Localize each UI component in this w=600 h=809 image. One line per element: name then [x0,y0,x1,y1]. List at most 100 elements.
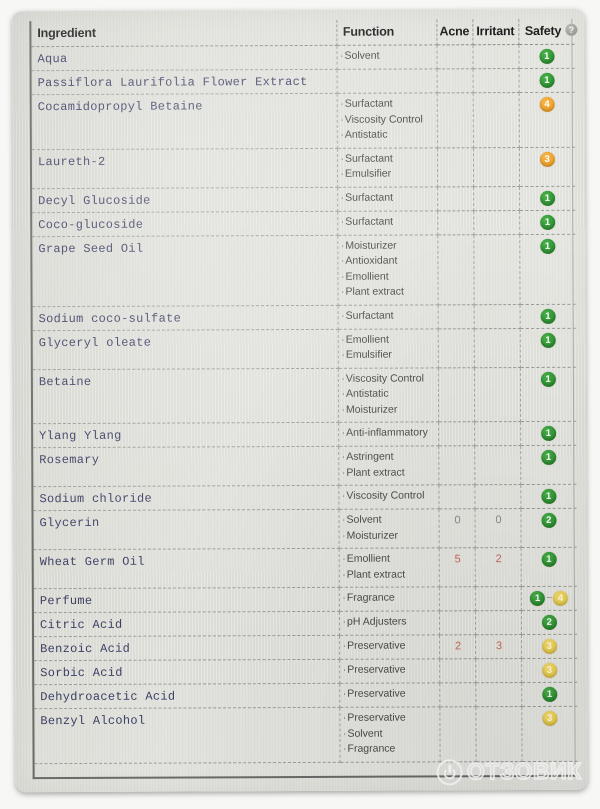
table-row[interactable]: Benzoic AcidPreservative233 [34,634,578,661]
function-tag[interactable]: Surfactant [341,190,433,206]
function-tag[interactable]: Preservative [343,638,435,654]
table-row[interactable]: Coco-glucosideSurfactant 1 [32,209,576,237]
table-row[interactable]: Glyceryl oleateEmollientEmulsifier 1 [32,327,576,370]
function-tag[interactable]: Surfactant [340,151,432,167]
function-tag[interactable]: pH Adjusters [342,614,434,630]
help-icon[interactable]: ? [565,23,578,36]
function-tag[interactable]: Antistatic [340,127,432,143]
safety-badge[interactable]: 3 [541,638,557,654]
safety-badge[interactable]: 1 [539,72,555,88]
cell-ingredient[interactable]: Sodium coco-sulfate [32,304,338,331]
cell-ingredient[interactable]: Rosemary [33,446,339,487]
function-tag[interactable]: Plant extract [341,284,433,300]
table-row[interactable]: GlycerinSolventMoisturizer002 [33,508,577,550]
cell-ingredient[interactable]: Wheat Germ Oil [33,548,339,589]
safety-badge[interactable]: 1 [540,308,556,324]
safety-badge[interactable]: 1 [540,425,556,441]
cell-ingredient[interactable]: Perfume [33,587,339,613]
safety-badge[interactable]: 1 [542,686,558,702]
function-tag[interactable]: Emollient [341,269,433,285]
cell-ingredient[interactable]: Cocamidopropyl Betaine [31,93,337,150]
function-tag[interactable]: Antistatic [341,386,433,402]
cell-ingredient[interactable]: Benzoic Acid [34,635,340,661]
table-row[interactable]: Decyl GlucosideSurfactant 1 [32,185,576,213]
table-row[interactable]: Sodium coco-sulfateSurfactant 1 [32,303,576,331]
safety-badge[interactable]: 3 [539,151,555,167]
function-tag[interactable]: Viscosity Control [342,488,434,504]
function-tag[interactable]: Antioxidant [341,253,433,269]
safety-badge[interactable]: 1 [539,214,556,230]
table-row[interactable]: Cocamidopropyl BetaineSurfactantViscosit… [31,92,575,150]
safety-badge[interactable]: 2 [541,614,557,630]
cell-ingredient[interactable]: Betaine [32,367,339,424]
safety-badge[interactable]: 1 [540,238,556,254]
function-tag[interactable]: Plant extract [342,567,434,583]
safety-badge[interactable]: 3 [541,662,557,678]
safety-badge[interactable]: 1 [540,449,557,465]
function-tag[interactable]: Moisturizer [342,402,434,418]
cell-ingredient[interactable]: Laureth-2 [31,147,338,189]
cell-ingredient[interactable]: Passiflora Laurifolia Flower Extract [31,69,337,95]
table-row[interactable]: Grape Seed OilMoisturizerAntioxidantEmol… [32,233,576,307]
cell-ingredient[interactable]: Aqua [31,45,337,71]
cell-ingredient[interactable]: Grape Seed Oil [32,234,338,307]
safety-badge[interactable]: 4 [539,96,555,112]
safety-badge[interactable]: 1 [540,371,556,387]
table-row[interactable]: Citric AcidpH Adjusters 2 [33,610,578,637]
function-tag[interactable]: Emulsifier [341,347,433,363]
function-tag[interactable]: Moisturizer [341,238,433,254]
cell-ingredient[interactable]: Dehydroacetic Acid [34,683,340,709]
table-row[interactable]: Wheat Germ OilEmollientPlant extract52 1 [33,547,577,589]
column-header-ingredient[interactable]: Ingredient [31,19,337,47]
function-tag[interactable]: Preservative [343,710,435,726]
function-tag[interactable]: Surfactant [340,96,432,112]
cell-ingredient[interactable]: Ylang Ylang [33,422,339,448]
function-tag[interactable]: Surfactant [341,214,433,230]
safety-badge[interactable]: 1 [530,590,546,606]
function-tag[interactable]: Astringent [342,449,434,465]
cell-ingredient[interactable]: Decyl Glucoside [32,186,338,213]
function-tag[interactable]: Plant extract [342,465,434,481]
table-row[interactable]: Benzyl AlcoholPreservativeSolventFragran… [34,706,578,764]
function-tag[interactable]: Fragrance [342,590,434,606]
table-row[interactable]: Laureth-2SurfactantEmulsifier 3 [31,146,576,189]
table-row[interactable]: BetaineViscosity ControlAntistaticMoistu… [32,366,577,424]
column-header-acne[interactable]: Acne [436,19,473,45]
column-header-irritant[interactable]: Irritant [472,19,519,45]
column-header-function[interactable]: Function [336,19,437,46]
function-tag[interactable]: Preservative [343,686,435,702]
table-row[interactable]: Ylang YlangAnti-inflammatory 1 [33,421,577,448]
table-row[interactable]: PerfumeFragrance 1~4 [33,586,577,613]
cell-ingredient[interactable]: Sodium chloride [33,485,339,511]
function-tag[interactable]: Emollient [341,332,433,348]
function-tag[interactable]: Moisturizer [342,528,434,544]
safety-badge[interactable]: 2 [541,512,557,528]
function-tag[interactable]: Solvent [342,512,434,528]
function-tag[interactable]: Viscosity Control [340,112,432,128]
function-tag[interactable]: Fragrance [343,741,435,757]
safety-badge[interactable]: 1 [541,488,557,504]
safety-badge[interactable]: 1 [541,551,557,567]
function-tag[interactable]: Solvent [340,48,432,64]
function-tag[interactable]: Surfactant [341,308,433,324]
table-row[interactable]: RosemaryAstringentPlant extract 1 [33,445,577,487]
function-tag[interactable]: Emulsifier [340,166,432,182]
function-tag[interactable]: Emollient [342,551,434,567]
safety-badge[interactable]: 1 [539,48,555,64]
cell-ingredient[interactable]: Benzyl Alcohol [34,707,340,764]
table-row[interactable]: Sodium chlorideViscosity Control 1 [33,484,577,511]
table-row[interactable]: AquaSolvent 1 [31,44,575,71]
cell-ingredient[interactable]: Glyceryl oleate [32,328,338,370]
cell-ingredient[interactable]: Sorbic Acid [34,659,340,685]
function-tag[interactable]: Preservative [343,662,435,678]
cell-ingredient[interactable]: Glycerin [33,509,339,550]
table-row[interactable]: Passiflora Laurifolia Flower Extract 1 [31,68,575,95]
safety-badge[interactable]: 1 [539,190,555,206]
function-tag[interactable]: Viscosity Control [341,371,433,387]
function-tag[interactable]: Anti-inflammatory [342,425,434,441]
cell-ingredient[interactable]: Coco-glucoside [32,210,338,237]
table-row[interactable]: Sorbic AcidPreservative 3 [34,658,578,685]
safety-badge[interactable]: 3 [542,710,558,726]
cell-ingredient[interactable]: Citric Acid [33,611,340,637]
function-tag[interactable]: Solvent [343,726,435,742]
